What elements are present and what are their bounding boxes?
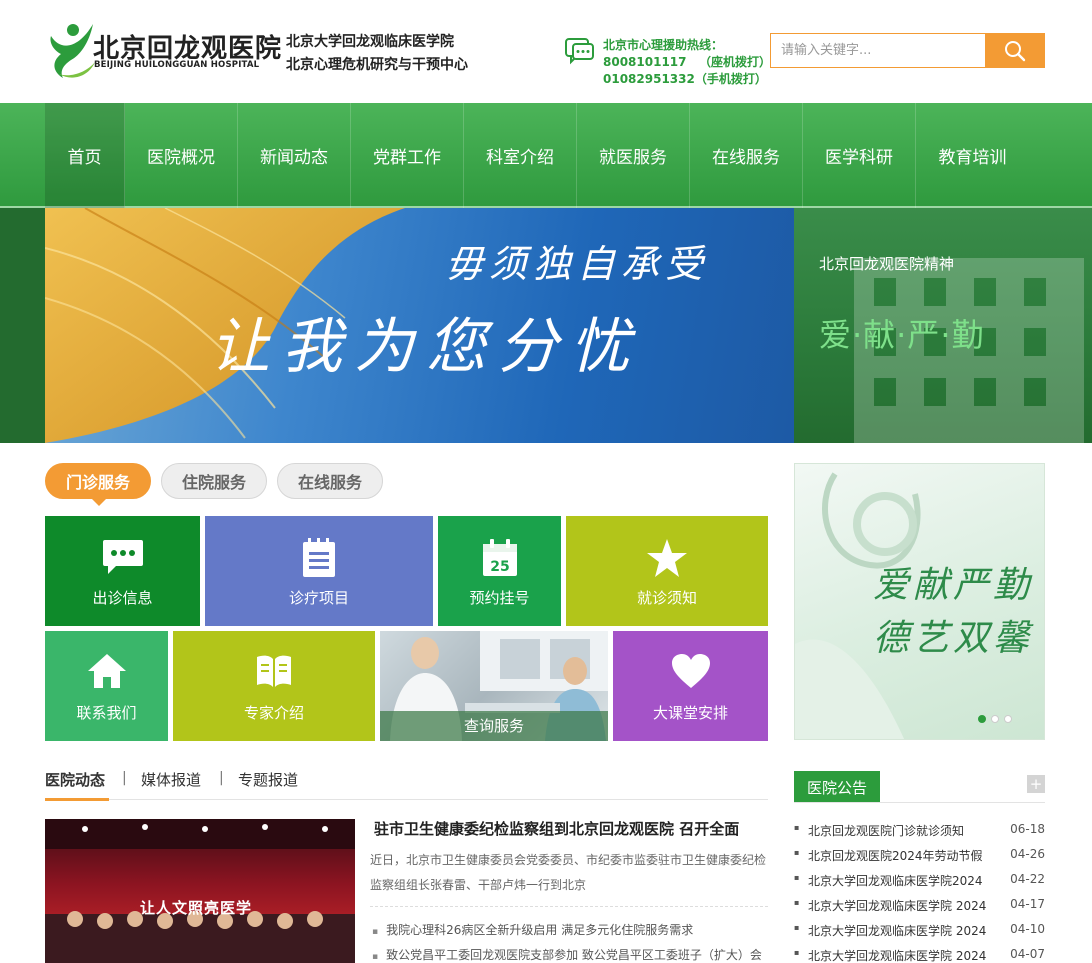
notice-item-date: 06-18	[1010, 822, 1045, 836]
nav-item-news[interactable]: 新闻动态	[238, 103, 351, 208]
ad-motto-line-1: 爱献严勤	[873, 565, 1034, 606]
nav-item-research[interactable]: 医学科研	[803, 103, 916, 208]
hotline-landline: 8008101117 （座机拨打）	[603, 55, 772, 69]
hotline-chat-icon	[565, 38, 594, 65]
page: 北京回龙观医院 BEIJING HUILONGGUAN HOSPITAL 北京大…	[0, 0, 1092, 963]
slide-dot[interactable]	[991, 715, 999, 723]
tile-label: 专家介绍	[243, 704, 304, 722]
site-header: 北京回龙观医院 BEIJING HUILONGGUAN HOSPITAL 北京大…	[0, 0, 1092, 103]
nav-item-party[interactable]: 党群工作	[351, 103, 464, 208]
tile-appointment[interactable]: 25 预约挂号	[438, 516, 561, 626]
hotline-mobile: 01082951332（手机拨打）	[603, 72, 767, 86]
spirit-title: 北京回龙观医院精神	[819, 255, 955, 273]
tile-label: 诊疗项目	[288, 589, 349, 607]
search-box	[770, 33, 1045, 68]
logo-subtitle-en: BEIJING HUILONGGUAN HOSPITAL	[94, 60, 260, 70]
notice-item-date: 04-22	[1010, 872, 1045, 886]
hero-banner[interactable]: 毋须独自承受 让我为您分忧	[45, 208, 794, 443]
notice-item-date: 04-26	[1010, 847, 1045, 861]
notice-item-title: 北京大学回龙观临床医学院2024	[808, 874, 983, 888]
institute-name-1: 北京大学回龙观临床医学院	[286, 34, 454, 50]
tile-label: 预约挂号	[469, 589, 530, 607]
tab-separator: |	[122, 770, 127, 786]
notice-item-title: 北京大学回龙观临床医学院 2024	[808, 899, 987, 913]
news-photo[interactable]: 让人文照亮医学	[45, 819, 355, 963]
slide-dot[interactable]	[1004, 715, 1012, 723]
star-icon	[647, 539, 687, 577]
tab-separator: |	[219, 770, 224, 786]
headline-news-summary: 近日，北京市卫生健康委员会党委委员、市纪委市监委驻市卫生健康委纪检监察组组长张春…	[370, 853, 767, 892]
tile-treatment-items[interactable]: 诊疗项目	[205, 516, 433, 626]
tab-inpatient[interactable]: 住院服务	[161, 463, 267, 499]
slide-dot[interactable]	[978, 715, 986, 723]
institute-name-2: 北京心理危机研究与干预中心	[286, 57, 468, 73]
notice-item-title: 北京大学回龙观临床医学院 2024	[808, 949, 987, 963]
banner-headline-1: 毋须独自承受	[445, 242, 710, 286]
tab-outpatient[interactable]: 门诊服务	[45, 463, 151, 499]
notice-item-date: 04-17	[1010, 897, 1045, 911]
search-icon	[1004, 40, 1025, 61]
tile-experts[interactable]: 专家介绍	[173, 631, 375, 741]
nav-item-about[interactable]: 医院概况	[125, 103, 238, 208]
headline-news-title[interactable]: 驻市卫生健康委纪检监察组到北京回龙观医院 召开全面	[374, 818, 739, 839]
calendar-icon: 25	[482, 539, 517, 576]
slide-dots	[978, 708, 1017, 727]
photo-slogan: 让人文照亮医学	[140, 899, 253, 917]
calendar-day: 25	[490, 559, 509, 575]
chat-icon	[102, 540, 143, 574]
notice-item-title: 北京回龙观医院2024年劳动节假	[808, 849, 983, 863]
spirit-motto: 爱·献·严·勤	[819, 316, 985, 354]
tile-contact[interactable]: 联系我们	[45, 631, 168, 741]
event-photo-illustration	[45, 819, 355, 963]
notice-item-title: 北京回龙观医院门诊就诊须知	[808, 824, 965, 838]
tile-query-service[interactable]: 查询服务	[380, 631, 608, 741]
tile-lecture-schedule[interactable]: 大课堂安排	[613, 631, 768, 741]
news-tabs-divider	[45, 799, 768, 800]
main-nav: 首页 医院概况 新闻动态 党群工作 科室介绍 就医服务 在线服务 医学科研 教育…	[0, 103, 1092, 208]
book-icon	[257, 655, 291, 687]
notice-divider	[794, 802, 1045, 803]
search-button[interactable]	[985, 34, 1044, 67]
tile-visit-notice[interactable]: 就诊须知	[566, 516, 768, 626]
nav-item-home[interactable]: 首页	[45, 103, 125, 208]
ad-motto-line-2: 德艺双馨	[873, 618, 1034, 659]
spirit-banner: 北京回龙观医院精神 爱·献·严·勤	[794, 208, 1092, 443]
news-list-item[interactable]: 我院心理科26病区全新升级启用 满足多元化住院服务需求	[372, 921, 768, 938]
search-input[interactable]	[771, 34, 985, 67]
more-notices-button[interactable]: +	[1027, 775, 1045, 793]
nav-item-online[interactable]: 在线服务	[690, 103, 803, 208]
notice-item-title: 北京大学回龙观临床医学院 2024	[808, 924, 987, 938]
tile-label: 大课堂安排	[652, 704, 728, 722]
notice-item-date: 04-07	[1010, 947, 1045, 961]
hotline-title: 北京市心理援助热线：	[603, 38, 724, 52]
tab-hospital-news[interactable]: 医院动态	[45, 769, 105, 790]
tile-clinic-info[interactable]: 出诊信息	[45, 516, 200, 626]
news-list-item[interactable]: 致公党昌平工委回龙观医院支部参加 致公党昌平区工委班子（扩大）会	[372, 946, 768, 963]
active-tab-arrow	[92, 499, 106, 506]
heart-icon	[671, 654, 710, 688]
motto-slideshow[interactable]: 爱献严勤 德艺双馨	[794, 463, 1045, 740]
tile-label: 查询服务	[380, 711, 608, 741]
tile-label: 就诊须知	[636, 589, 697, 607]
banner-headline-2: 让我为您分忧	[210, 312, 642, 382]
tile-label: 联系我们	[76, 704, 137, 722]
tab-media-reports[interactable]: 媒体报道	[141, 769, 201, 790]
nav-item-education[interactable]: 教育培训	[916, 103, 1029, 208]
home-icon	[87, 654, 126, 688]
tab-special-reports[interactable]: 专题报道	[238, 769, 298, 790]
notepad-icon	[303, 538, 335, 577]
nav-item-departments[interactable]: 科室介绍	[464, 103, 577, 208]
tile-label: 出诊信息	[92, 589, 153, 607]
active-tab-underline	[45, 798, 109, 801]
news-divider	[370, 906, 768, 907]
notice-title[interactable]: 医院公告	[794, 771, 880, 803]
notice-item-date: 04-10	[1010, 922, 1045, 936]
tab-online[interactable]: 在线服务	[277, 463, 383, 499]
nav-item-services[interactable]: 就医服务	[577, 103, 690, 208]
